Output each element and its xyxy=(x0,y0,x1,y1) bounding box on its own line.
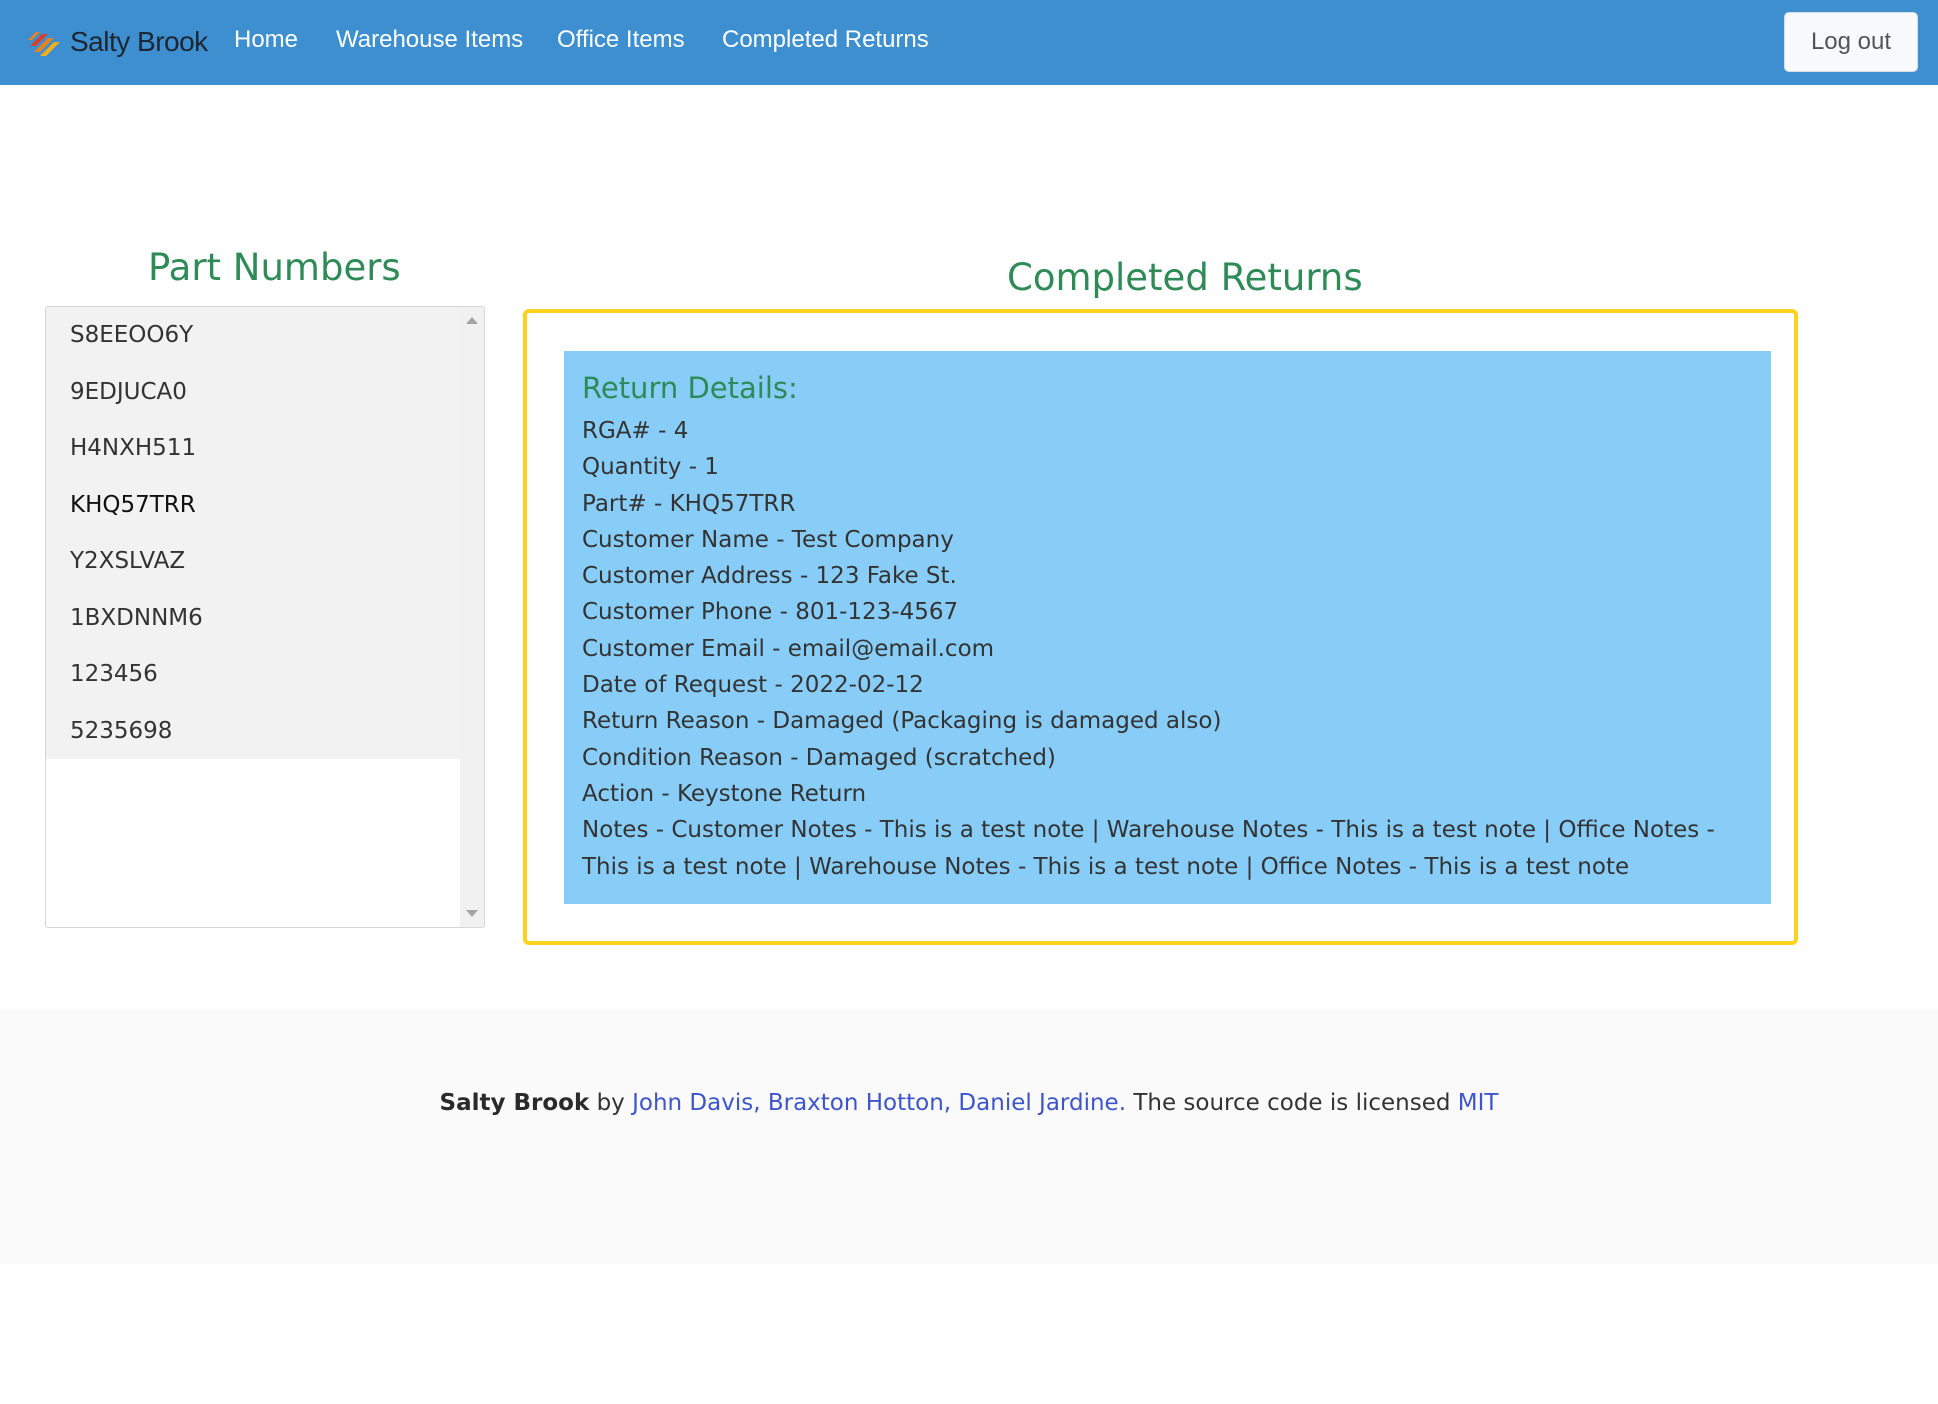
part-item-1bxdnnm6[interactable]: 1BXDNNM6 xyxy=(46,589,460,646)
detail-notes: Notes - Customer Notes - This is a test … xyxy=(582,817,1715,880)
nav-link-completed-returns[interactable]: Completed Returns xyxy=(722,26,929,54)
completed-returns-title: Completed Returns xyxy=(1007,256,1363,299)
detail-customer-email: Customer Email - email@email.com xyxy=(582,635,995,662)
part-item-9edjuca0[interactable]: 9EDJUCA0 xyxy=(46,363,460,420)
navbar: Salty Brook Home Warehouse Items Office … xyxy=(0,0,1938,85)
detail-condition-reason: Condition Reason - Damaged (scratched) xyxy=(582,744,1056,771)
salty-brook-logo-icon xyxy=(28,32,60,56)
brand-link[interactable]: Salty Brook xyxy=(24,20,208,64)
part-numbers-listbox[interactable]: S8EEOO6Y 9EDJUCA0 H4NXH511 KHQ57TRR Y2XS… xyxy=(45,306,485,928)
footer-authors-link[interactable]: John Davis, Braxton Hotton, Daniel Jardi… xyxy=(632,1090,1126,1116)
part-numbers-list: S8EEOO6Y 9EDJUCA0 H4NXH511 KHQ57TRR Y2XS… xyxy=(46,307,460,759)
detail-action: Action - Keystone Return xyxy=(582,780,867,807)
listbox-scrollbar[interactable] xyxy=(460,307,484,927)
part-item-y2xslvaz[interactable]: Y2XSLVAZ xyxy=(46,533,460,590)
nav-link-warehouse-items[interactable]: Warehouse Items xyxy=(336,26,523,54)
nav-link-home[interactable]: Home xyxy=(234,26,298,54)
part-item-5235698[interactable]: 5235698 xyxy=(46,702,460,759)
detail-part-number: Part# - KHQ57TRR xyxy=(582,490,796,517)
return-details-heading: Return Details: xyxy=(582,371,798,405)
detail-customer-address: Customer Address - 123 Fake St. xyxy=(582,563,957,590)
part-item-h4nxh511[interactable]: H4NXH511 xyxy=(46,420,460,477)
footer-license-link[interactable]: MIT xyxy=(1458,1090,1499,1116)
footer-brand: Salty Brook xyxy=(439,1090,590,1116)
footer-text: Salty Brook by John Davis, Braxton Hotto… xyxy=(0,1090,1938,1116)
part-numbers-title: Part Numbers xyxy=(148,246,401,289)
brand-name: Salty Brook xyxy=(70,26,208,57)
footer-by: by xyxy=(596,1090,625,1116)
scroll-up-arrow-icon[interactable] xyxy=(466,317,478,324)
detail-rga: RGA# - 4 xyxy=(582,418,689,444)
part-item-s8eeoo6y[interactable]: S8EEOO6Y xyxy=(46,307,460,364)
nav-link-office-items[interactable]: Office Items xyxy=(557,26,685,54)
scroll-down-arrow-icon[interactable] xyxy=(466,910,478,917)
detail-customer-name: Customer Name - Test Company xyxy=(582,526,954,553)
part-item-khq57trr[interactable]: KHQ57TRR xyxy=(46,476,460,533)
detail-date-of-request: Date of Request - 2022-02-12 xyxy=(582,672,924,699)
detail-quantity: Quantity - 1 xyxy=(582,454,719,481)
logout-button[interactable]: Log out xyxy=(1784,12,1918,72)
footer-license-text: The source code is licensed xyxy=(1133,1090,1451,1116)
detail-customer-phone: Customer Phone - 801-123-4567 xyxy=(582,599,959,626)
footer: Salty Brook by John Davis, Braxton Hotto… xyxy=(0,1010,1938,1264)
detail-return-reason: Return Reason - Damaged (Packaging is da… xyxy=(582,708,1222,735)
part-item-123456[interactable]: 123456 xyxy=(46,646,460,703)
return-details-panel: Return Details: RGA# - 4 Quantity - 1 Pa… xyxy=(564,351,1771,904)
